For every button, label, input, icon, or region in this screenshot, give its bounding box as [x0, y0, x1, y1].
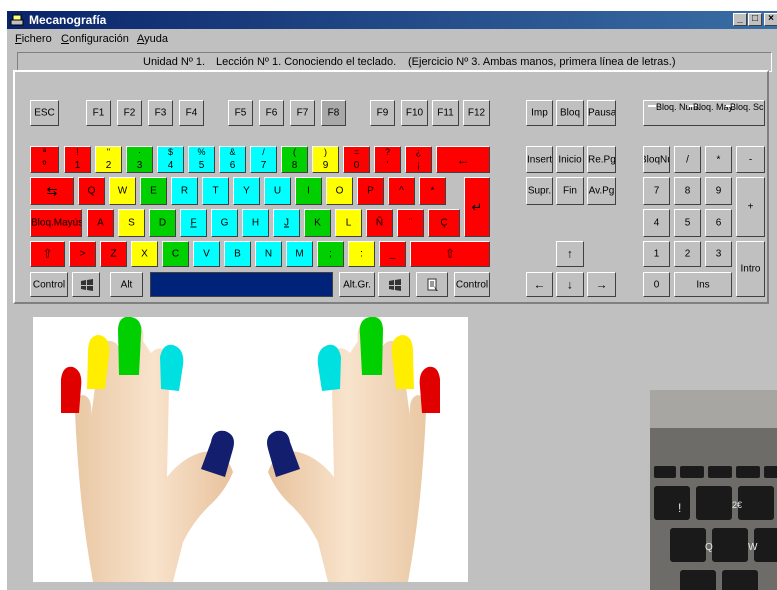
menu-bar: Fichero Configuración Ayuda	[7, 30, 777, 48]
unit-label: Unidad Nº 1.	[143, 56, 206, 68]
lesson-label: Lección Nº 1. Conociendo el teclado.	[216, 56, 397, 68]
right-middle-tip	[359, 316, 383, 375]
left-ring-tip	[87, 335, 110, 389]
close-button[interactable]: ×	[764, 13, 777, 26]
left-middle-tip	[118, 316, 142, 375]
keyboard-panel	[13, 70, 769, 304]
menu-fichero[interactable]: Fichero	[15, 30, 52, 48]
svg-text:W: W	[748, 542, 758, 553]
left-pinky-tip	[61, 366, 82, 413]
right-ring-tip	[391, 335, 414, 389]
title-bar: Mecanografía _ □ ×	[7, 11, 777, 29]
lesson-status-bar: Unidad Nº 1. Lección Nº 1. Conociendo el…	[17, 52, 772, 72]
minimize-button[interactable]: _	[733, 13, 747, 26]
hands-illustration	[33, 316, 468, 582]
svg-text:!: !	[678, 501, 681, 515]
app-icon	[10, 14, 24, 26]
menu-configuracion[interactable]: Configuración	[61, 30, 129, 48]
svg-text:Q: Q	[705, 542, 713, 553]
left-hand	[61, 316, 234, 582]
right-index-tip	[317, 344, 341, 391]
menu-ayuda[interactable]: Ayuda	[137, 30, 168, 48]
laptop-keyboard-photo: ! 2€ Q W	[650, 390, 777, 590]
finger-color-guide	[61, 316, 440, 582]
left-index-tip	[160, 344, 184, 391]
exercise-label: (Ejercicio Nº 3. Ambas manos, primera lí…	[408, 56, 676, 68]
window-title: Mecanografía	[29, 13, 107, 27]
right-pinky-tip	[419, 366, 440, 413]
svg-text:2€: 2€	[732, 500, 742, 510]
right-hand	[267, 316, 440, 582]
maximize-button[interactable]: □	[748, 13, 762, 26]
